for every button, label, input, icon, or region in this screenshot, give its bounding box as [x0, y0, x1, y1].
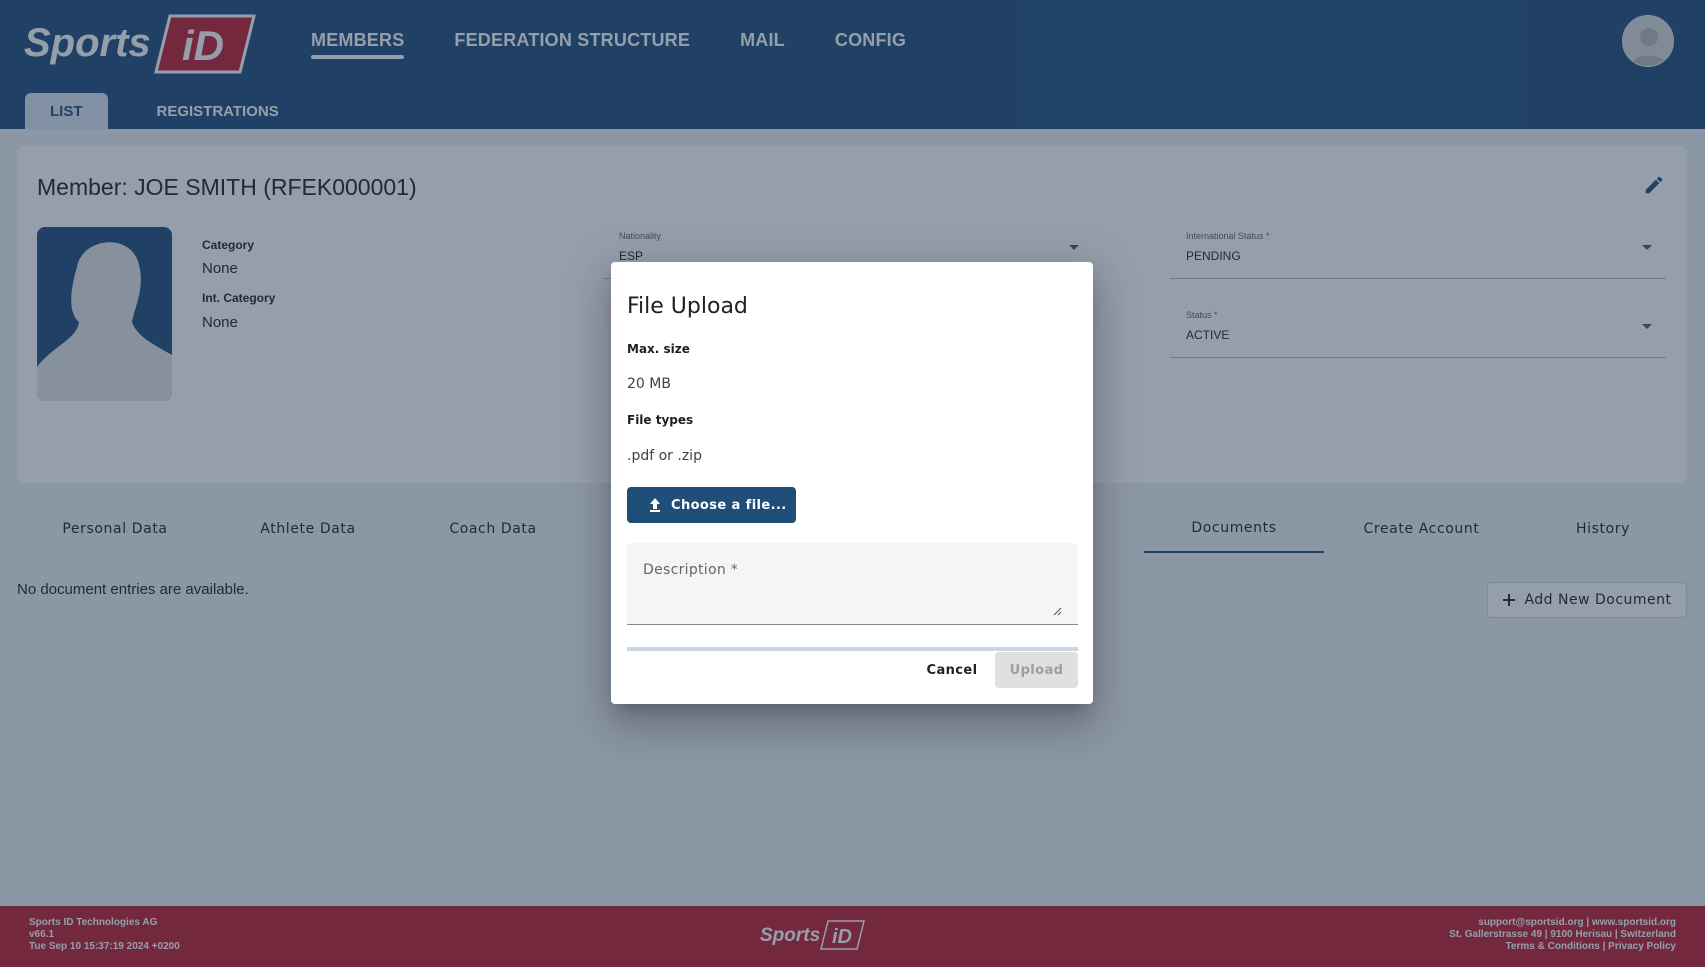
upload-progress-bar — [627, 647, 1078, 651]
description-textarea[interactable]: Description * — [627, 543, 1078, 625]
max-size-value: 20 MB — [627, 376, 671, 392]
description-label: Description * — [643, 562, 739, 578]
choose-file-button[interactable]: Choose a file... — [627, 487, 796, 523]
file-types-label: File types — [627, 413, 694, 427]
file-upload-dialog: File Upload Max. size 20 MB File types .… — [611, 262, 1093, 704]
resize-handle-icon[interactable] — [1053, 607, 1062, 616]
upload-button[interactable]: Upload — [995, 652, 1078, 688]
file-types-value: .pdf or .zip — [627, 448, 702, 464]
upload-icon — [650, 498, 660, 512]
choose-file-label: Choose a file... — [671, 497, 787, 513]
cancel-button[interactable]: Cancel — [912, 652, 992, 688]
dialog-title: File Upload — [627, 294, 748, 319]
max-size-label: Max. size — [627, 342, 690, 356]
